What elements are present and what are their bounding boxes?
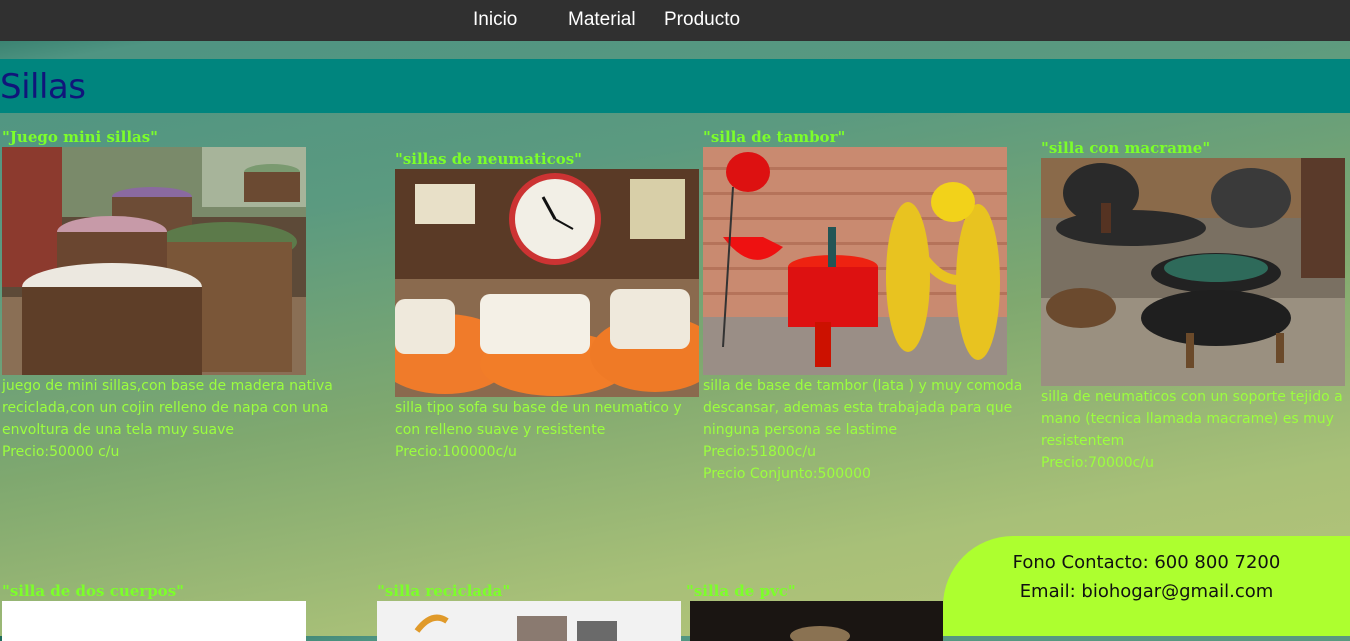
product-title: "silla de dos cuerpos" [2, 582, 184, 600]
contact-box: Fono Contacto: 600 800 7200 Email: bioho… [943, 536, 1350, 636]
product-title: "silla con macrame" [1041, 139, 1211, 157]
product-photo-macrame [1041, 158, 1345, 386]
product-description: silla de neumaticos con un soporte tejid… [1041, 389, 1343, 449]
product-card-pvc: "silla de pvc" [686, 582, 943, 641]
product-photo-neumaticos [395, 169, 699, 397]
product-photo-tambor [703, 147, 1007, 375]
nav-link-material[interactable]: Material [568, 9, 636, 31]
product-price: Precio:100000c/u [395, 444, 517, 460]
contact-phone: Fono Contacto: 600 800 7200 [1012, 552, 1281, 573]
product-card-dos-cuerpos: "silla de dos cuerpos" [2, 582, 306, 641]
product-price: Precio:51800c/u [703, 444, 816, 460]
product-description: silla tipo sofa su base de un neumatico … [395, 400, 682, 438]
product-title: "silla reciclada" [377, 582, 511, 600]
nav-link-inicio[interactable]: Inicio [473, 9, 517, 31]
product-card-macrame: "silla con macrame" silla de neumaticos … [1041, 139, 1348, 474]
product-price: Precio:70000c/u [1041, 455, 1154, 471]
product-photo-pvc [690, 601, 943, 641]
title-banner: Sillas [0, 59, 1350, 113]
page-title: Sillas [0, 67, 86, 107]
product-price: Precio:50000 c/u [2, 444, 120, 460]
nav-link-producto[interactable]: Producto [664, 9, 740, 31]
product-card-mini-sillas: "Juego mini sillas" juego de mini sillas… [2, 128, 372, 463]
product-photo-reciclada [377, 601, 681, 641]
product-title: "Juego mini sillas" [2, 128, 158, 146]
product-photo-mini-sillas [2, 147, 306, 375]
top-navbar: Inicio Material Producto [0, 0, 1350, 41]
product-card-neumaticos: "sillas de neumaticos" silla tipo sofa s… [395, 150, 703, 463]
product-title: "silla de tambor" [703, 128, 846, 146]
product-card-tambor: "silla de tambor" silla de base de tambo… [703, 128, 1033, 485]
product-title: "silla de pvc" [686, 582, 796, 600]
product-card-reciclada: "silla reciclada" [377, 582, 681, 641]
product-description: juego de mini sillas,con base de madera … [2, 378, 333, 438]
product-description: silla de base de tambor (lata ) y muy co… [703, 378, 1023, 438]
product-title: "sillas de neumaticos" [395, 150, 582, 168]
product-photo-dos-cuerpos [2, 601, 306, 641]
contact-email: Email: biohogar@gmail.com [1019, 581, 1274, 602]
product-price-set: Precio Conjunto:500000 [703, 466, 871, 482]
